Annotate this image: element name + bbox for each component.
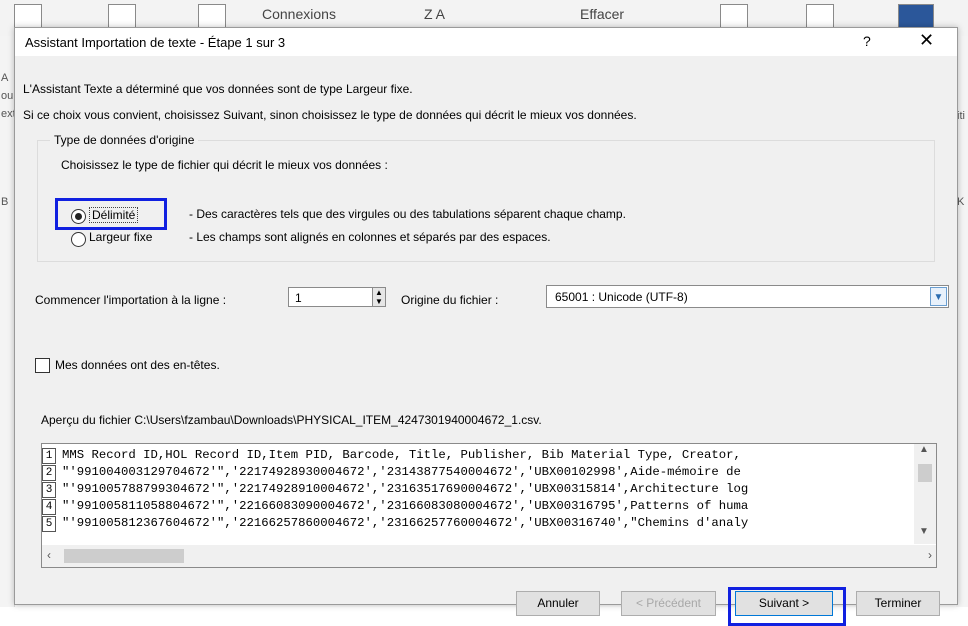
- headers-checkbox[interactable]: [35, 358, 50, 373]
- file-origin-label: Origine du fichier :: [401, 293, 499, 307]
- radio-fixed-width-label[interactable]: Largeur fixe: [89, 230, 152, 244]
- headers-checkbox-label[interactable]: Mes données ont des en-têtes.: [55, 358, 220, 372]
- cancel-button[interactable]: Annuler: [516, 591, 600, 616]
- ribbon-icon: [898, 4, 934, 28]
- preview-row: 3 "'991005788799304672'",'221749289100046…: [42, 481, 748, 498]
- finish-button[interactable]: Terminer: [856, 591, 940, 616]
- dialog-title: Assistant Importation de texte - Étape 1…: [25, 35, 286, 50]
- scroll-thumb[interactable]: [64, 549, 184, 563]
- excel-left-strip: A ou ext B: [0, 36, 16, 607]
- preview-horizontal-scrollbar[interactable]: ‹ ›: [42, 545, 936, 567]
- previous-button: < Précédent: [621, 591, 716, 616]
- info-message: L'Assistant Texte a déterminé que vos do…: [23, 82, 413, 96]
- ribbon-connexions[interactable]: Connexions: [262, 6, 336, 22]
- highlight-box-delimited: [55, 198, 167, 230]
- radio-fixed-width[interactable]: [71, 232, 86, 247]
- ribbon-icon: [806, 4, 834, 28]
- chevron-down-icon[interactable]: ▼: [930, 287, 947, 306]
- instruction-message: Si ce choix vous convient, choisissez Su…: [23, 108, 637, 122]
- origin-type-group-label: Type de données d'origine: [50, 133, 199, 147]
- preview-row: 5 "'991005812367604672'",'221662578600046…: [42, 515, 748, 532]
- close-icon[interactable]: ✕: [919, 30, 934, 51]
- file-origin-value: 65001 : Unicode (UTF-8): [555, 290, 688, 304]
- scroll-left-icon[interactable]: ‹: [47, 548, 51, 562]
- scroll-up-icon[interactable]: ▲: [919, 444, 929, 455]
- text-import-wizard-dialog: Assistant Importation de texte - Étape 1…: [14, 27, 958, 626]
- preview-row: 1 MMS Record ID,HOL Record ID,Item PID, B…: [42, 447, 741, 464]
- scroll-right-icon[interactable]: ›: [928, 548, 932, 562]
- dialog-titlebar: Assistant Importation de texte - Étape 1…: [15, 28, 957, 56]
- file-origin-select[interactable]: 65001 : Unicode (UTF-8) ▼: [546, 285, 949, 308]
- ribbon-icon: [108, 4, 136, 28]
- ribbon-icon: [14, 4, 42, 28]
- choose-type-text: Choisissez le type de fichier qui décrit…: [61, 158, 388, 172]
- ribbon-icon: [720, 4, 748, 28]
- start-row-label: Commencer l'importation à la ligne :: [35, 293, 227, 307]
- ribbon-sort[interactable]: Z A: [424, 6, 445, 22]
- fixed-width-description: - Les champs sont alignés en colonnes et…: [189, 230, 551, 244]
- file-preview[interactable]: 1 MMS Record ID,HOL Record ID,Item PID, B…: [41, 443, 937, 568]
- preview-vertical-scrollbar[interactable]: ▲ ▼: [914, 444, 936, 544]
- start-row-spinner[interactable]: ▲ ▼: [372, 287, 386, 307]
- start-row-input[interactable]: 1: [288, 287, 376, 307]
- scroll-thumb[interactable]: [918, 464, 932, 482]
- preview-label: Aperçu du fichier C:\Users\fzambau\Downl…: [41, 413, 542, 427]
- ribbon-effacer[interactable]: Effacer: [580, 6, 624, 22]
- ribbon-icon: [198, 4, 226, 28]
- preview-row: 2 "'991004003129704672'",'221749289300046…: [42, 464, 741, 481]
- scroll-down-icon[interactable]: ▼: [919, 526, 929, 537]
- preview-row: 4 "'991005811058804672'",'221660830900046…: [42, 498, 748, 515]
- delimited-description: - Des caractères tels que des virgules o…: [189, 207, 626, 221]
- help-icon[interactable]: ?: [863, 33, 871, 49]
